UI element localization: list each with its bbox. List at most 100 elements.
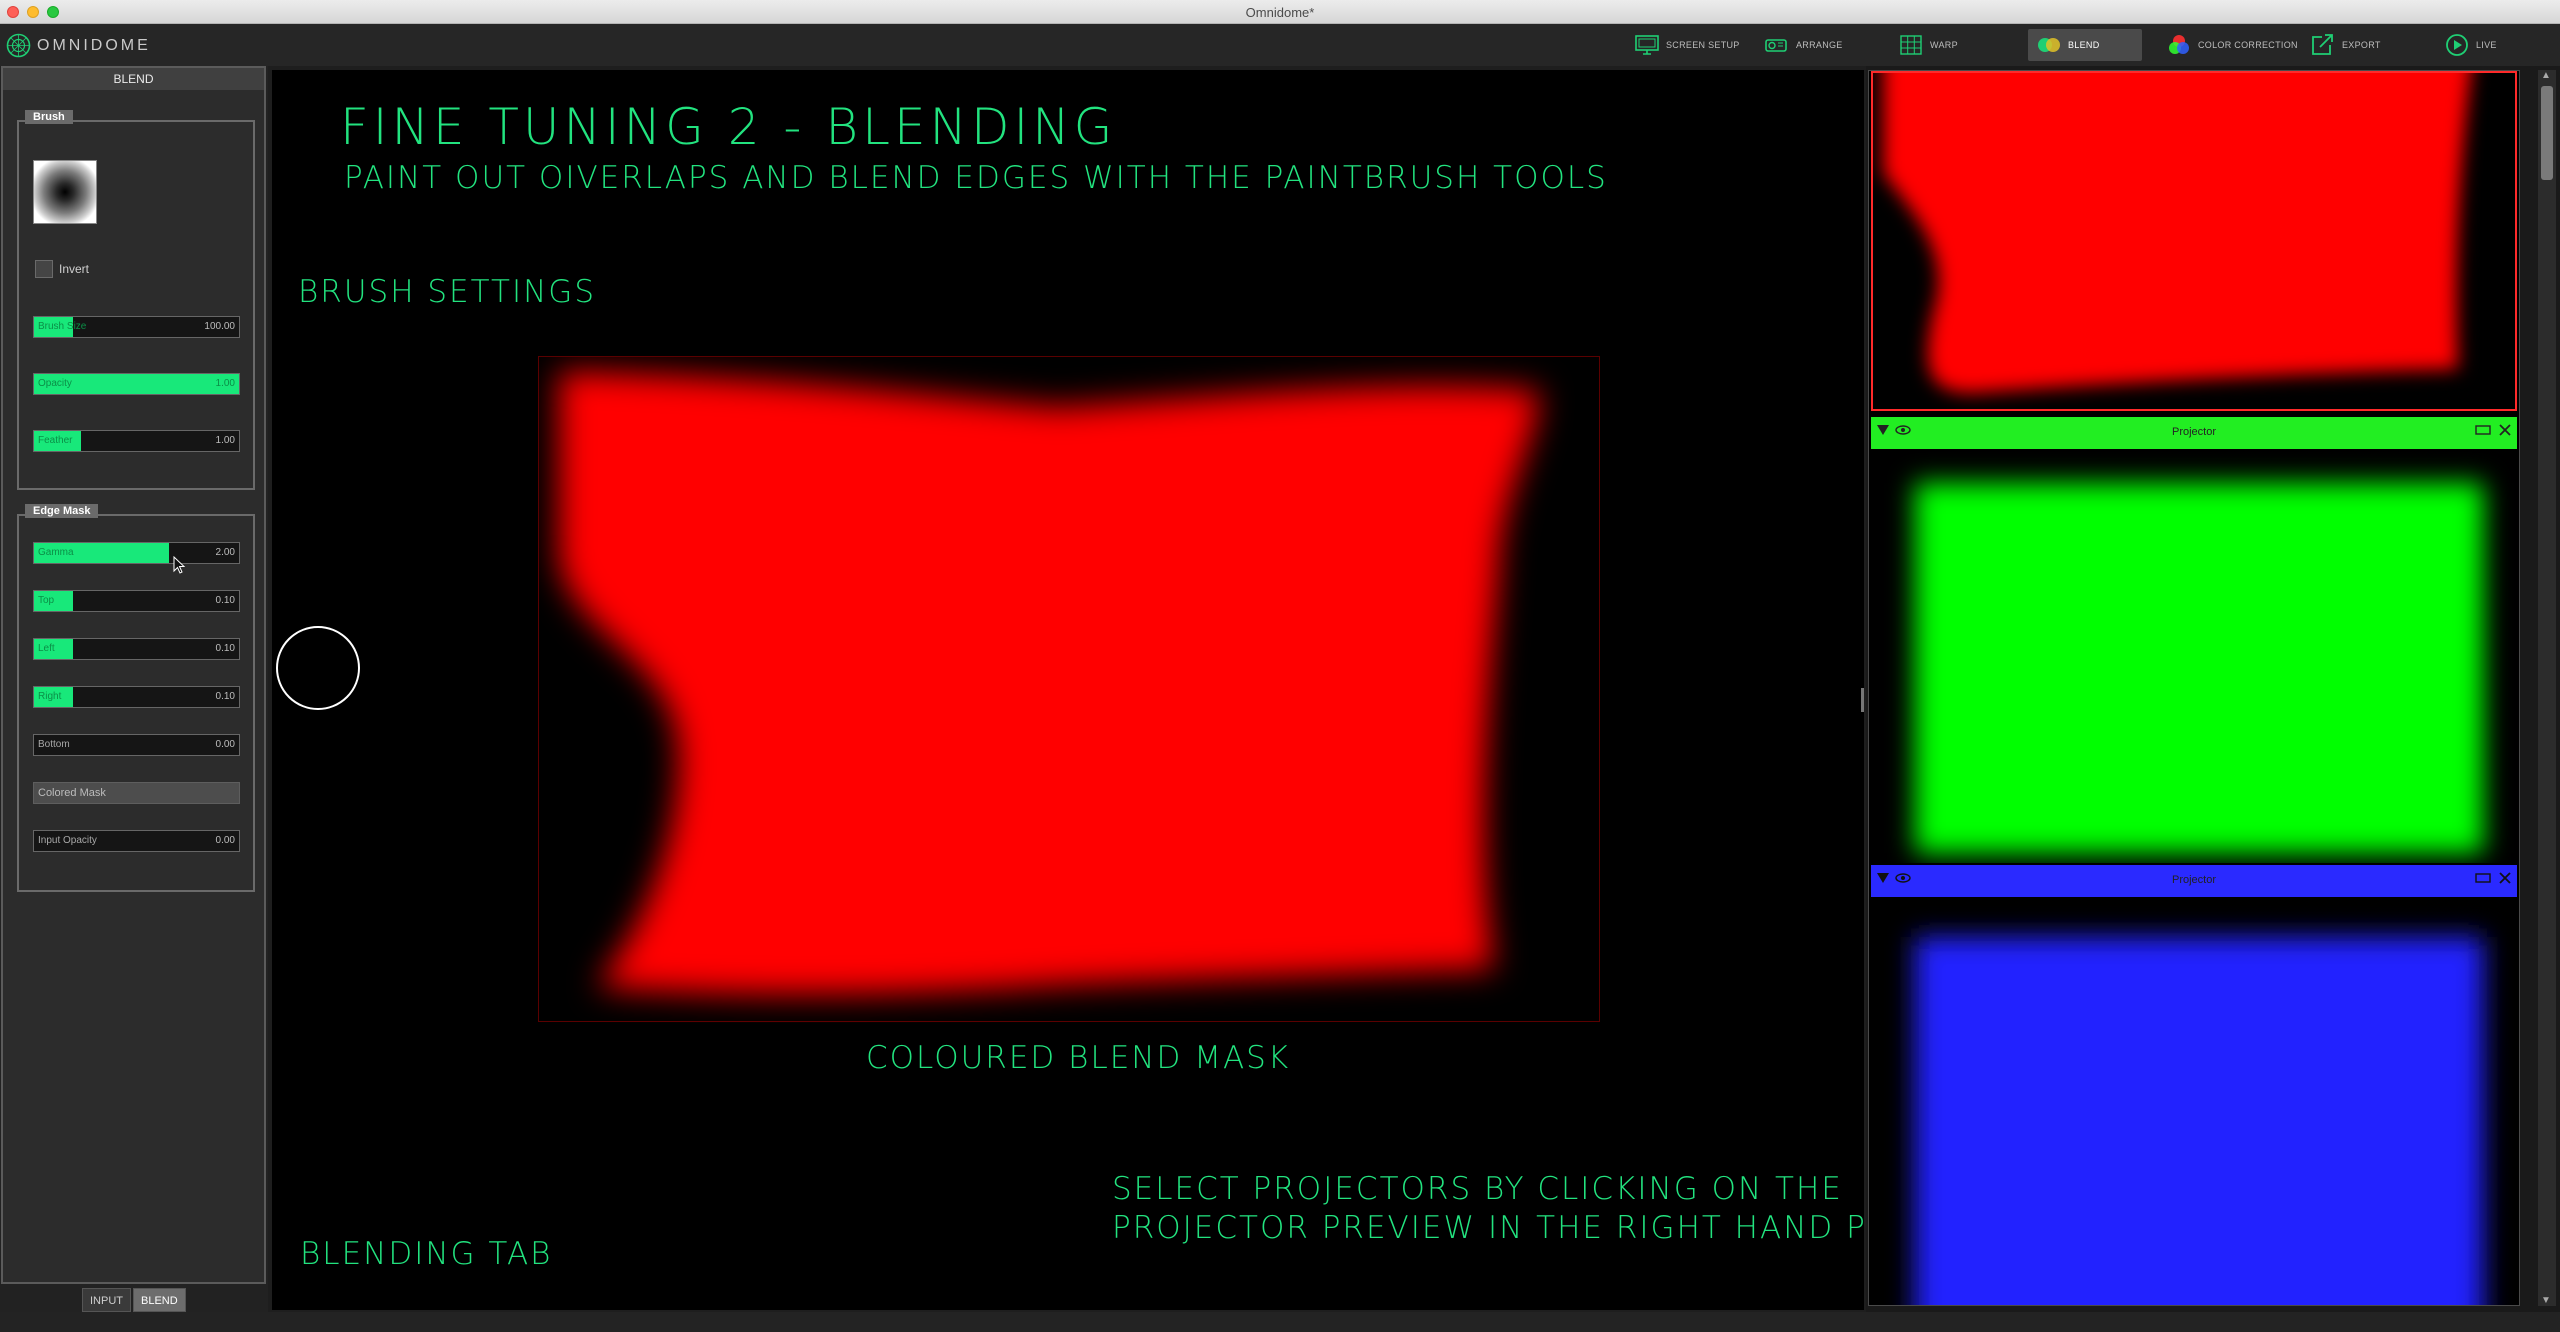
mode-export-button[interactable]: EXPORT xyxy=(2302,29,2389,61)
tutorial-title: FINE TUNING 2 - BLENDING xyxy=(340,98,1117,156)
projector-preview-green[interactable] xyxy=(1871,449,2517,863)
slider-value: 1.00 xyxy=(215,378,235,389)
edge-mask-group-label: Edge Mask xyxy=(25,504,99,518)
blend-mask-canvas[interactable] xyxy=(538,356,1600,1022)
slider-label: Brush Size xyxy=(38,321,87,332)
close-icon[interactable] xyxy=(2499,872,2511,884)
edge-mask-group: Edge Mask Gamma 2.00 Top 0.10 Left 0.10 xyxy=(17,504,255,892)
brush-size-slider[interactable]: Brush Size 100.00 xyxy=(33,316,240,338)
panel-tab-bar: INPUT BLEND xyxy=(82,1288,186,1312)
slider-label: Feather xyxy=(38,435,73,446)
blending-tab-caption: BLENDING TAB xyxy=(300,1236,553,1272)
mode-label: SCREEN SETUP xyxy=(1666,40,1740,50)
mode-screen-setup-button[interactable]: SCREEN SETUP xyxy=(1626,29,1748,61)
app-logo: OMNIDOME xyxy=(6,33,151,58)
projector-preview-red[interactable] xyxy=(1871,71,2517,411)
mode-label: LIVE xyxy=(2476,40,2497,50)
export-icon xyxy=(2312,34,2333,55)
brush-group: Brush Invert Brush Size 100.00 Opacity 1… xyxy=(17,110,255,490)
projector-preview-image xyxy=(1915,937,2483,1305)
brush-settings-caption: BRUSH SETTINGS xyxy=(298,274,596,310)
slider-label: Opacity xyxy=(38,378,72,389)
blend-viewport[interactable]: FINE TUNING 2 - BLENDING PAINT OUT OIVER… xyxy=(272,70,1864,1310)
scrollbar-thumb[interactable] xyxy=(2541,86,2553,180)
maximize-icon[interactable] xyxy=(2475,424,2491,436)
omnidome-logo-icon xyxy=(6,33,31,58)
app-name: OMNIDOME xyxy=(37,36,151,54)
projector-title: Projector xyxy=(2171,874,2217,886)
mode-live-button[interactable]: LIVE xyxy=(2436,29,2505,61)
slider-value: 100.00 xyxy=(204,321,235,332)
mode-label: ARRANGE xyxy=(1796,40,1843,50)
panel-header: BLEND xyxy=(3,68,264,90)
rgb-circles-icon xyxy=(2169,35,2189,54)
top-edge-slider[interactable]: Top 0.10 xyxy=(33,590,240,612)
right-edge-slider[interactable]: Right 0.10 xyxy=(33,686,240,708)
scroll-up-arrow-icon[interactable]: ▲ xyxy=(2541,70,2551,81)
slider-value: 1.00 xyxy=(215,435,235,446)
status-strip xyxy=(0,1312,2560,1332)
brush-group-label: Brush xyxy=(25,110,73,124)
slider-label: Right xyxy=(38,691,62,702)
blend-mask-caption: COLOURED BLEND MASK xyxy=(866,1040,1291,1076)
projector-header-blue[interactable]: Projector xyxy=(1871,865,2517,897)
gamma-slider[interactable]: Gamma 2.00 xyxy=(33,542,240,564)
feather-slider[interactable]: Feather 1.00 xyxy=(33,430,240,452)
projector-mask-fill xyxy=(1915,483,2483,853)
projector-icon xyxy=(1765,39,1787,52)
bottom-edge-slider[interactable]: Bottom 0.00 xyxy=(33,734,240,756)
slider-label: Gamma xyxy=(38,547,74,558)
input-opacity-slider[interactable]: Input Opacity 0.00 xyxy=(33,830,240,852)
slider-label: Top xyxy=(38,595,55,606)
projector-preview-image xyxy=(1883,71,2471,393)
tab-input[interactable]: INPUT xyxy=(82,1288,131,1312)
splitter-handle[interactable] xyxy=(1861,688,1864,712)
tutorial-subtitle: PAINT OUT OIVERLAPS AND BLEND EDGES WITH… xyxy=(344,160,1608,196)
projector-header-green[interactable]: Projector xyxy=(1871,417,2517,449)
blend-settings-panel: BLEND Brush Invert Brush Size 100.00 Opa… xyxy=(0,66,268,1332)
projector-hint-line: SELECT PROJECTORS BY CLICKING ON THE xyxy=(1112,1171,1843,1207)
left-edge-slider[interactable]: Left 0.10 xyxy=(33,638,240,660)
mode-arrange-button[interactable]: ARRANGE xyxy=(1756,29,1851,61)
maximize-icon[interactable] xyxy=(2475,872,2491,884)
projector-hint: SELECT PROJECTORS BY CLICKING ON THE PRO… xyxy=(1112,1170,1864,1248)
mode-label: WARP xyxy=(1930,40,1958,50)
mode-blend-button[interactable]: BLEND xyxy=(2028,29,2142,61)
scroll-down-arrow-icon[interactable]: ▼ xyxy=(2541,1295,2551,1306)
projector-window-controls xyxy=(2475,424,2511,436)
slider-label: Input Opacity xyxy=(38,835,97,846)
mode-color-correction-button[interactable]: COLOR CORRECTION xyxy=(2158,29,2306,61)
slider-value: 0.10 xyxy=(215,691,235,702)
mode-label: COLOR CORRECTION xyxy=(2198,40,2298,50)
slider-value: 0.00 xyxy=(215,835,235,846)
projector-hint-line: PROJECTOR PREVIEW IN THE RIGHT HAND PANE… xyxy=(1112,1210,1864,1246)
projector-preview-image xyxy=(1915,483,2483,853)
mode-toolbar: OMNIDOME SCREEN SETUP ARRANGE WARP BLEND xyxy=(0,24,2560,66)
projector-list: Projector Projector xyxy=(1868,70,2520,1306)
invert-checkbox[interactable] xyxy=(35,260,53,278)
colored-mask-toggle[interactable]: Colored Mask xyxy=(33,782,240,804)
brush-preview[interactable] xyxy=(33,160,97,224)
blend-settings-frame: BLEND Brush Invert Brush Size 100.00 Opa… xyxy=(1,66,266,1284)
mode-label: BLEND xyxy=(2068,40,2100,50)
slider-value: 0.10 xyxy=(215,595,235,606)
play-icon xyxy=(2446,34,2468,56)
projector-preview-blue[interactable] xyxy=(1871,897,2517,1305)
close-icon[interactable] xyxy=(2499,424,2511,436)
tab-blend[interactable]: BLEND xyxy=(133,1288,186,1312)
grid-icon xyxy=(1900,35,1922,55)
blend-mask-shape xyxy=(559,371,1539,995)
slider-label: Bottom xyxy=(38,739,70,750)
opacity-slider[interactable]: Opacity 1.00 xyxy=(33,373,240,395)
brush-cursor xyxy=(276,626,360,710)
projector-list-scrollbar[interactable]: ▲ ▼ xyxy=(2538,70,2556,1306)
projector-preview-panel: Projector Projector ▲ ▼ xyxy=(1866,66,2560,1314)
mode-label: EXPORT xyxy=(2342,40,2381,50)
slider-label: Left xyxy=(38,643,55,654)
slider-value: 2.00 xyxy=(215,547,235,558)
monitor-icon xyxy=(1635,35,1659,55)
projector-window-controls xyxy=(2475,872,2511,884)
projector-title: Projector xyxy=(2171,426,2217,438)
invert-checkbox-row[interactable]: Invert xyxy=(35,260,89,278)
mode-warp-button[interactable]: WARP xyxy=(1890,29,1966,61)
